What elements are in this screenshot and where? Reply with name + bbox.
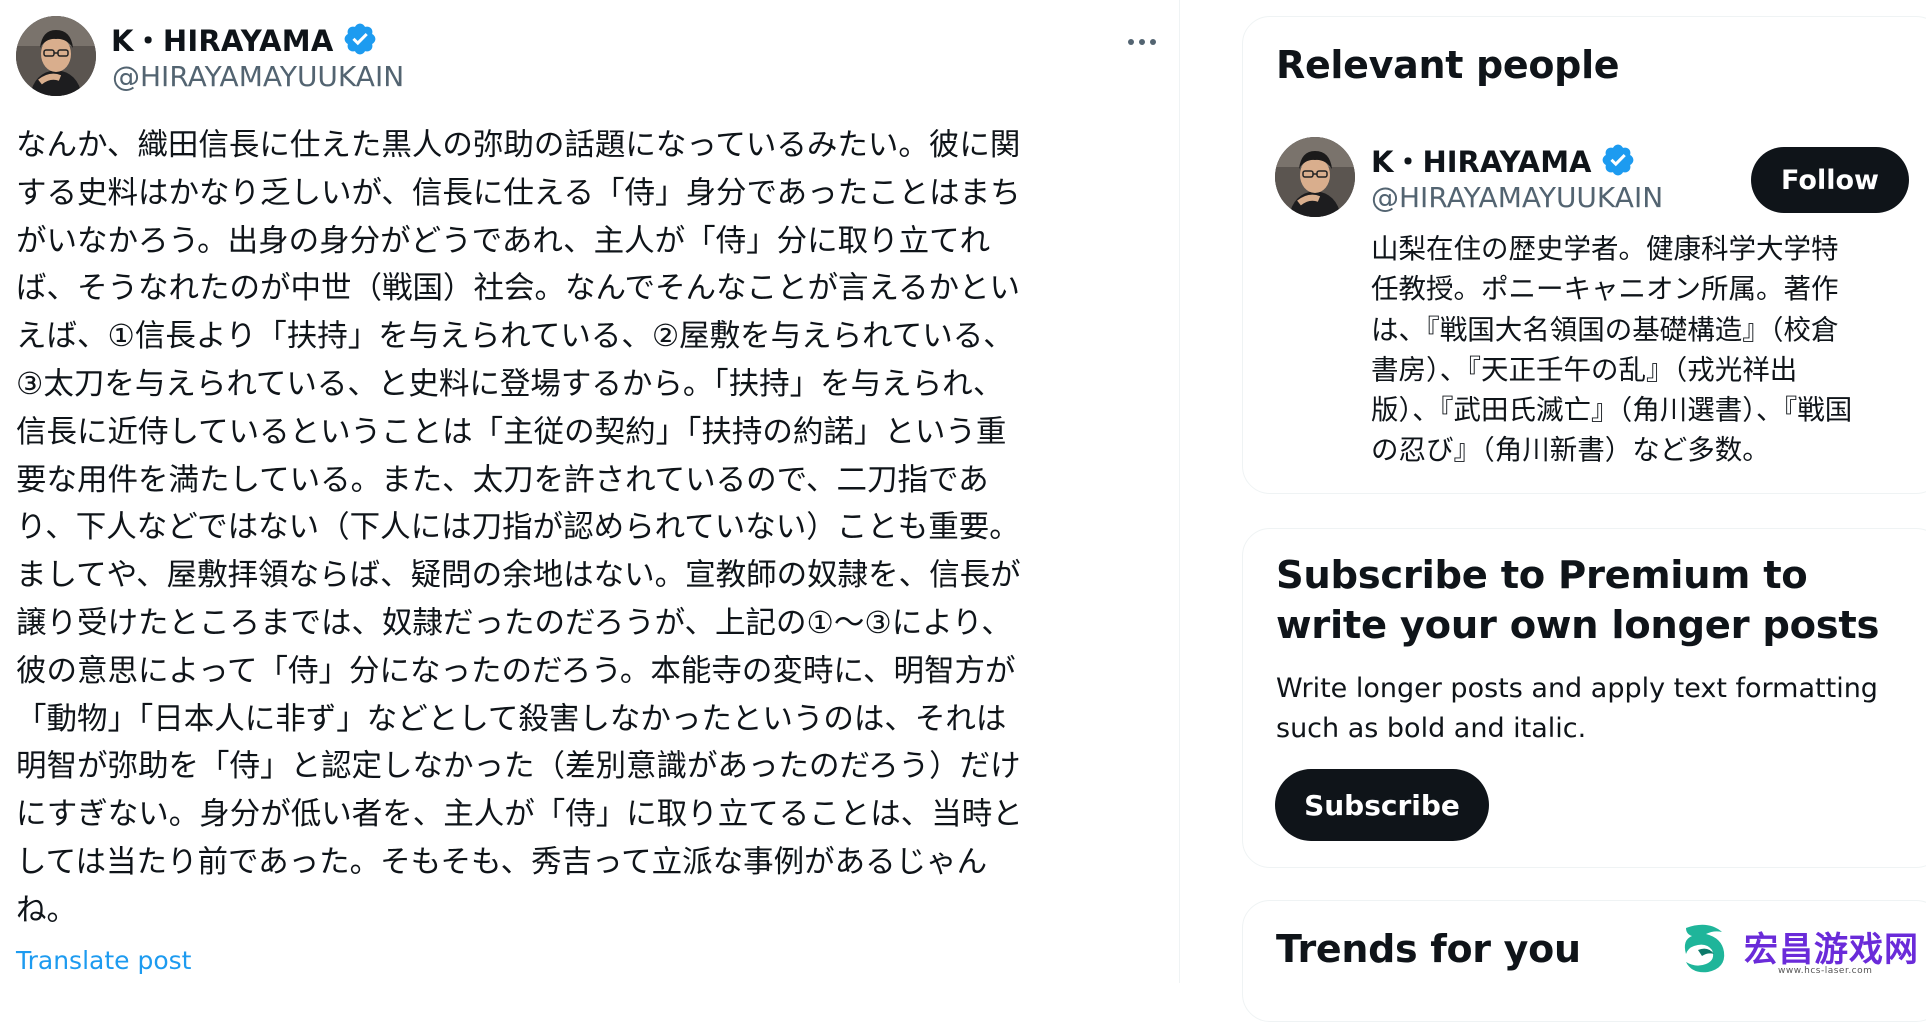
verified-badge-icon — [342, 21, 378, 57]
premium-card: Subscribe to Premium to write your own l… — [1242, 528, 1926, 868]
post-text-line: 信長に近侍しているということは「主従の契約」「扶持の約諾」という重 — [16, 414, 1007, 450]
person-bio: 山梨在住の歴史学者。健康科学大学特 任教授。ポニーキャニオン所属。著作 は、『戦… — [1371, 229, 1911, 471]
post-header: K・HIRAYAMA @HIRAYAMAYUUKAIN — [16, 16, 1166, 96]
watermark-text: 宏昌游戏网 — [1744, 930, 1919, 970]
premium-description: Write longer posts and apply text format… — [1276, 673, 1878, 744]
bio-line: 版）、『武田氏滅亡』（角川選書）、『戦国 — [1371, 394, 1853, 427]
bio-line: 書房）、『天正壬午の乱』（戎光祥出 — [1371, 353, 1798, 386]
subscribe-button[interactable]: Subscribe — [1275, 769, 1489, 841]
post-text-line: 彼の意思によって「侍」分になったのだろう。本能寺の変時に、明智方が — [16, 653, 1016, 689]
person-name[interactable]: K・HIRAYAMA — [1371, 139, 1592, 181]
post-text-line: ば、そうなれたのが中世（戦国）社会。なんでそんなことが言えるかとい — [16, 271, 1021, 307]
person-name-row: K・HIRAYAMA — [1371, 139, 1636, 181]
post-text-line: 「動物」「日本人に非ず」などとして殺害しなかったというのは、それは — [16, 701, 1007, 737]
post-text-line: ③太刀を与えられている、と史料に登場するから。「扶持」を与えられ、 — [16, 366, 1004, 402]
bio-line: 山梨在住の歴史学者。健康科学大学特 — [1371, 233, 1839, 265]
author-name-row: K・HIRAYAMA — [111, 18, 378, 60]
post-text-line: えば、①信長より「扶持」を与えられている、②屋敷を与えられている、 — [16, 319, 1014, 355]
watermark-subtext: www.hcs-laser.com — [1778, 966, 1873, 976]
post-text-line: ね。 — [16, 892, 77, 928]
watermark: 宏昌游戏网 www.hcs-laser.com — [1678, 918, 1922, 980]
post-text-line: がいなかろう。出身の身分がどうであれ、主人が「侍」分に取り立てれ — [16, 223, 991, 259]
post-text-line: 要な用件を満たしている。また、太刀を許されているので、二刀指であ — [16, 462, 989, 498]
post-text-line: なんか、織田信長に仕えた黒人の弥助の話題になっているみたい。彼に関 — [16, 128, 1021, 163]
relevant-people-title: Relevant people — [1276, 43, 1620, 87]
column-divider — [1179, 0, 1180, 983]
verified-badge-icon — [1600, 142, 1636, 178]
relevant-people-card: Relevant people K・HIRAYAMA @HIRAYAMAYUUK… — [1242, 16, 1926, 494]
post-text: なんか、織田信長に仕えた黒人の弥助の話題になっているみたい。彼に関 する史料はか… — [16, 122, 1156, 935]
author-avatar[interactable] — [16, 16, 96, 96]
bio-line: の忍び』（角川新書）など多数。 — [1371, 434, 1770, 467]
main-column: K・HIRAYAMA @HIRAYAMAYUUKAIN なんか、織田信長に仕えた… — [0, 0, 1180, 983]
more-dots-icon[interactable] — [1118, 24, 1166, 60]
person-handle[interactable]: @HIRAYAMAYUUKAIN — [1371, 181, 1663, 214]
post-text-line: しては当たり前であった。そもそも、秀吉って立派な事例があるじゃん — [16, 844, 988, 880]
bio-line: 任教授。ポニーキャニオン所属。著作 — [1371, 273, 1839, 306]
post-text-line: する史料はかなり乏しいが、信長に仕える「侍」身分であったことはまち — [16, 175, 1021, 211]
post-text-line: り、下人などではない（下人には刀指が認められていない）ことも重要。 — [16, 510, 1020, 546]
bio-line: は、『戦国大名領国の基礎構造』（校倉 — [1371, 313, 1839, 346]
dragon-logo-icon — [1678, 920, 1738, 980]
follow-button[interactable]: Follow — [1751, 147, 1909, 213]
post-text-line: にすぎない。身分が低い者を、主人が「侍」に取り立てることは、当時と — [16, 797, 1023, 833]
author-name[interactable]: K・HIRAYAMA — [111, 18, 334, 60]
translate-post-link[interactable]: Translate post — [16, 946, 191, 975]
post-text-line: ましてや、屋敷拝領ならば、疑問の余地はない。宣教師の奴隷を、信長が — [16, 558, 1021, 594]
premium-title: Subscribe to Premium to write your own l… — [1276, 553, 1880, 648]
post-text-line: 譲り受けたところまでは、奴隷だったのだろうが、上記の①〜③により、 — [16, 605, 1012, 641]
trends-title: Trends for you — [1276, 927, 1581, 971]
post-text-line: 明智が弥助を「侍」と認定しなかった（差別意識があったのだろう）だけ — [16, 749, 1021, 785]
author-handle[interactable]: @HIRAYAMAYUUKAIN — [112, 60, 404, 93]
person-avatar[interactable] — [1275, 137, 1355, 217]
